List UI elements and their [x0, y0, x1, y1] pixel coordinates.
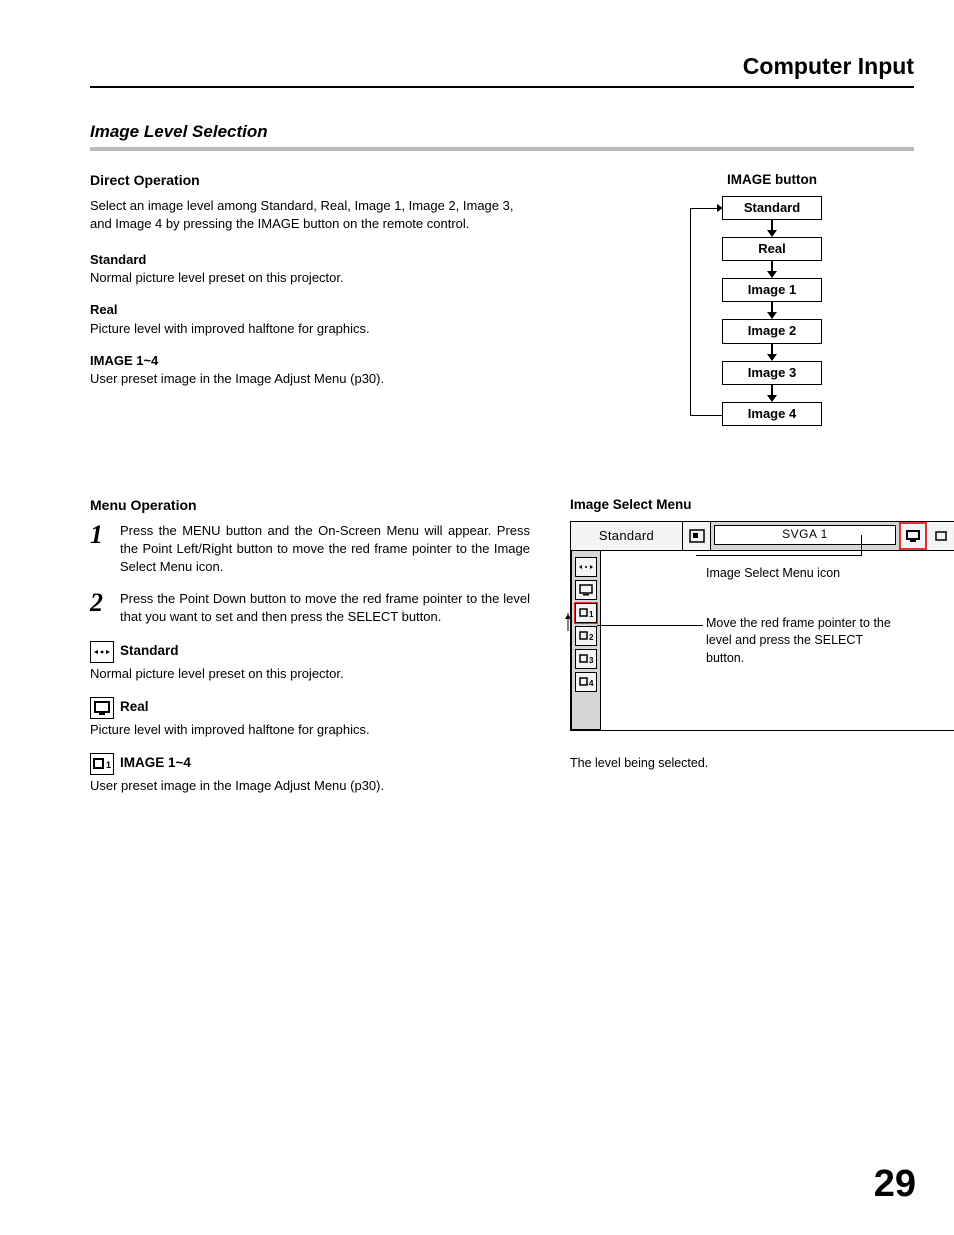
svg-text:1: 1	[106, 760, 111, 770]
direct-heading: Direct Operation	[90, 171, 530, 191]
def-term-real: Real	[90, 301, 530, 319]
menu-bar-icon-selected	[899, 522, 927, 550]
flow-box-image1: Image 1	[722, 278, 822, 302]
svg-text:2: 2	[589, 633, 594, 642]
side-icon-image3: 3	[575, 649, 597, 669]
icon-body-real: Picture level with improved halftone for…	[90, 721, 530, 739]
step-2-text: Press the Point Down button to move the …	[120, 590, 530, 626]
flow-title: IMAGE button	[630, 171, 914, 190]
flow-box-standard: Standard	[722, 196, 822, 220]
icon-label-standard: Standard	[120, 642, 179, 661]
section-title: Image Level Selection	[90, 120, 914, 151]
menu-bar-icon-3	[927, 522, 954, 550]
def-body-real: Picture level with improved halftone for…	[90, 320, 530, 338]
svg-text:1: 1	[589, 610, 594, 619]
page-number: 29	[874, 1158, 916, 1211]
icon-label-image14: IMAGE 1~4	[120, 754, 191, 773]
menu-bar-label: Standard	[571, 522, 683, 550]
flow-box-image2: Image 2	[722, 319, 822, 343]
flow-box-real: Real	[722, 237, 822, 261]
callout-1: Image Select Menu icon	[706, 565, 840, 583]
def-term-image14: IMAGE 1~4	[90, 352, 530, 370]
flow-box-image4: Image 4	[722, 402, 822, 426]
def-body-standard: Normal picture level preset on this proj…	[90, 269, 530, 287]
side-icon-image2: 2	[575, 626, 597, 646]
page-header: Computer Input	[90, 50, 914, 88]
menu-bar: Standard SVGA 1	[570, 521, 954, 551]
flow-diagram: Standard Real Image 1 Image 2 Image 3 Im…	[722, 196, 822, 426]
menu-area: 1 2 3 4 Image Select Menu icon Move the …	[570, 551, 954, 731]
icon-body-image14: User preset image in the Image Adjust Me…	[90, 777, 530, 795]
icon-label-real: Real	[120, 698, 149, 717]
selected-note: The level being selected.	[570, 755, 954, 773]
menu-op-heading: Menu Operation	[90, 496, 530, 516]
svg-text:3: 3	[589, 656, 594, 665]
callout-2: Move the red frame pointer to the level …	[706, 615, 896, 668]
def-term-standard: Standard	[90, 251, 530, 269]
menu-bar-icon-1	[683, 522, 711, 550]
selected-arrow-icon	[563, 613, 573, 637]
side-strip: 1 2 3 4	[571, 551, 601, 730]
side-icon-standard	[575, 557, 597, 577]
flow-box-image3: Image 3	[722, 361, 822, 385]
def-body-image14: User preset image in the Image Adjust Me…	[90, 370, 530, 388]
standard-icon	[90, 641, 114, 663]
direct-intro: Select an image level among Standard, Re…	[90, 197, 530, 233]
svg-text:4: 4	[589, 679, 594, 688]
real-icon	[90, 697, 114, 719]
menu-diagram-title: Image Select Menu	[570, 496, 954, 515]
side-icon-real	[575, 580, 597, 600]
step-1-number: 1	[90, 522, 108, 548]
menu-bar-signal: SVGA 1	[714, 525, 896, 545]
step-1-text: Press the MENU button and the On-Screen …	[120, 522, 530, 577]
icon-body-standard: Normal picture level preset on this proj…	[90, 665, 530, 683]
image14-icon: 1	[90, 753, 114, 775]
side-icon-image4: 4	[575, 672, 597, 692]
side-icon-image1: 1	[575, 603, 597, 623]
step-2-number: 2	[90, 590, 108, 616]
